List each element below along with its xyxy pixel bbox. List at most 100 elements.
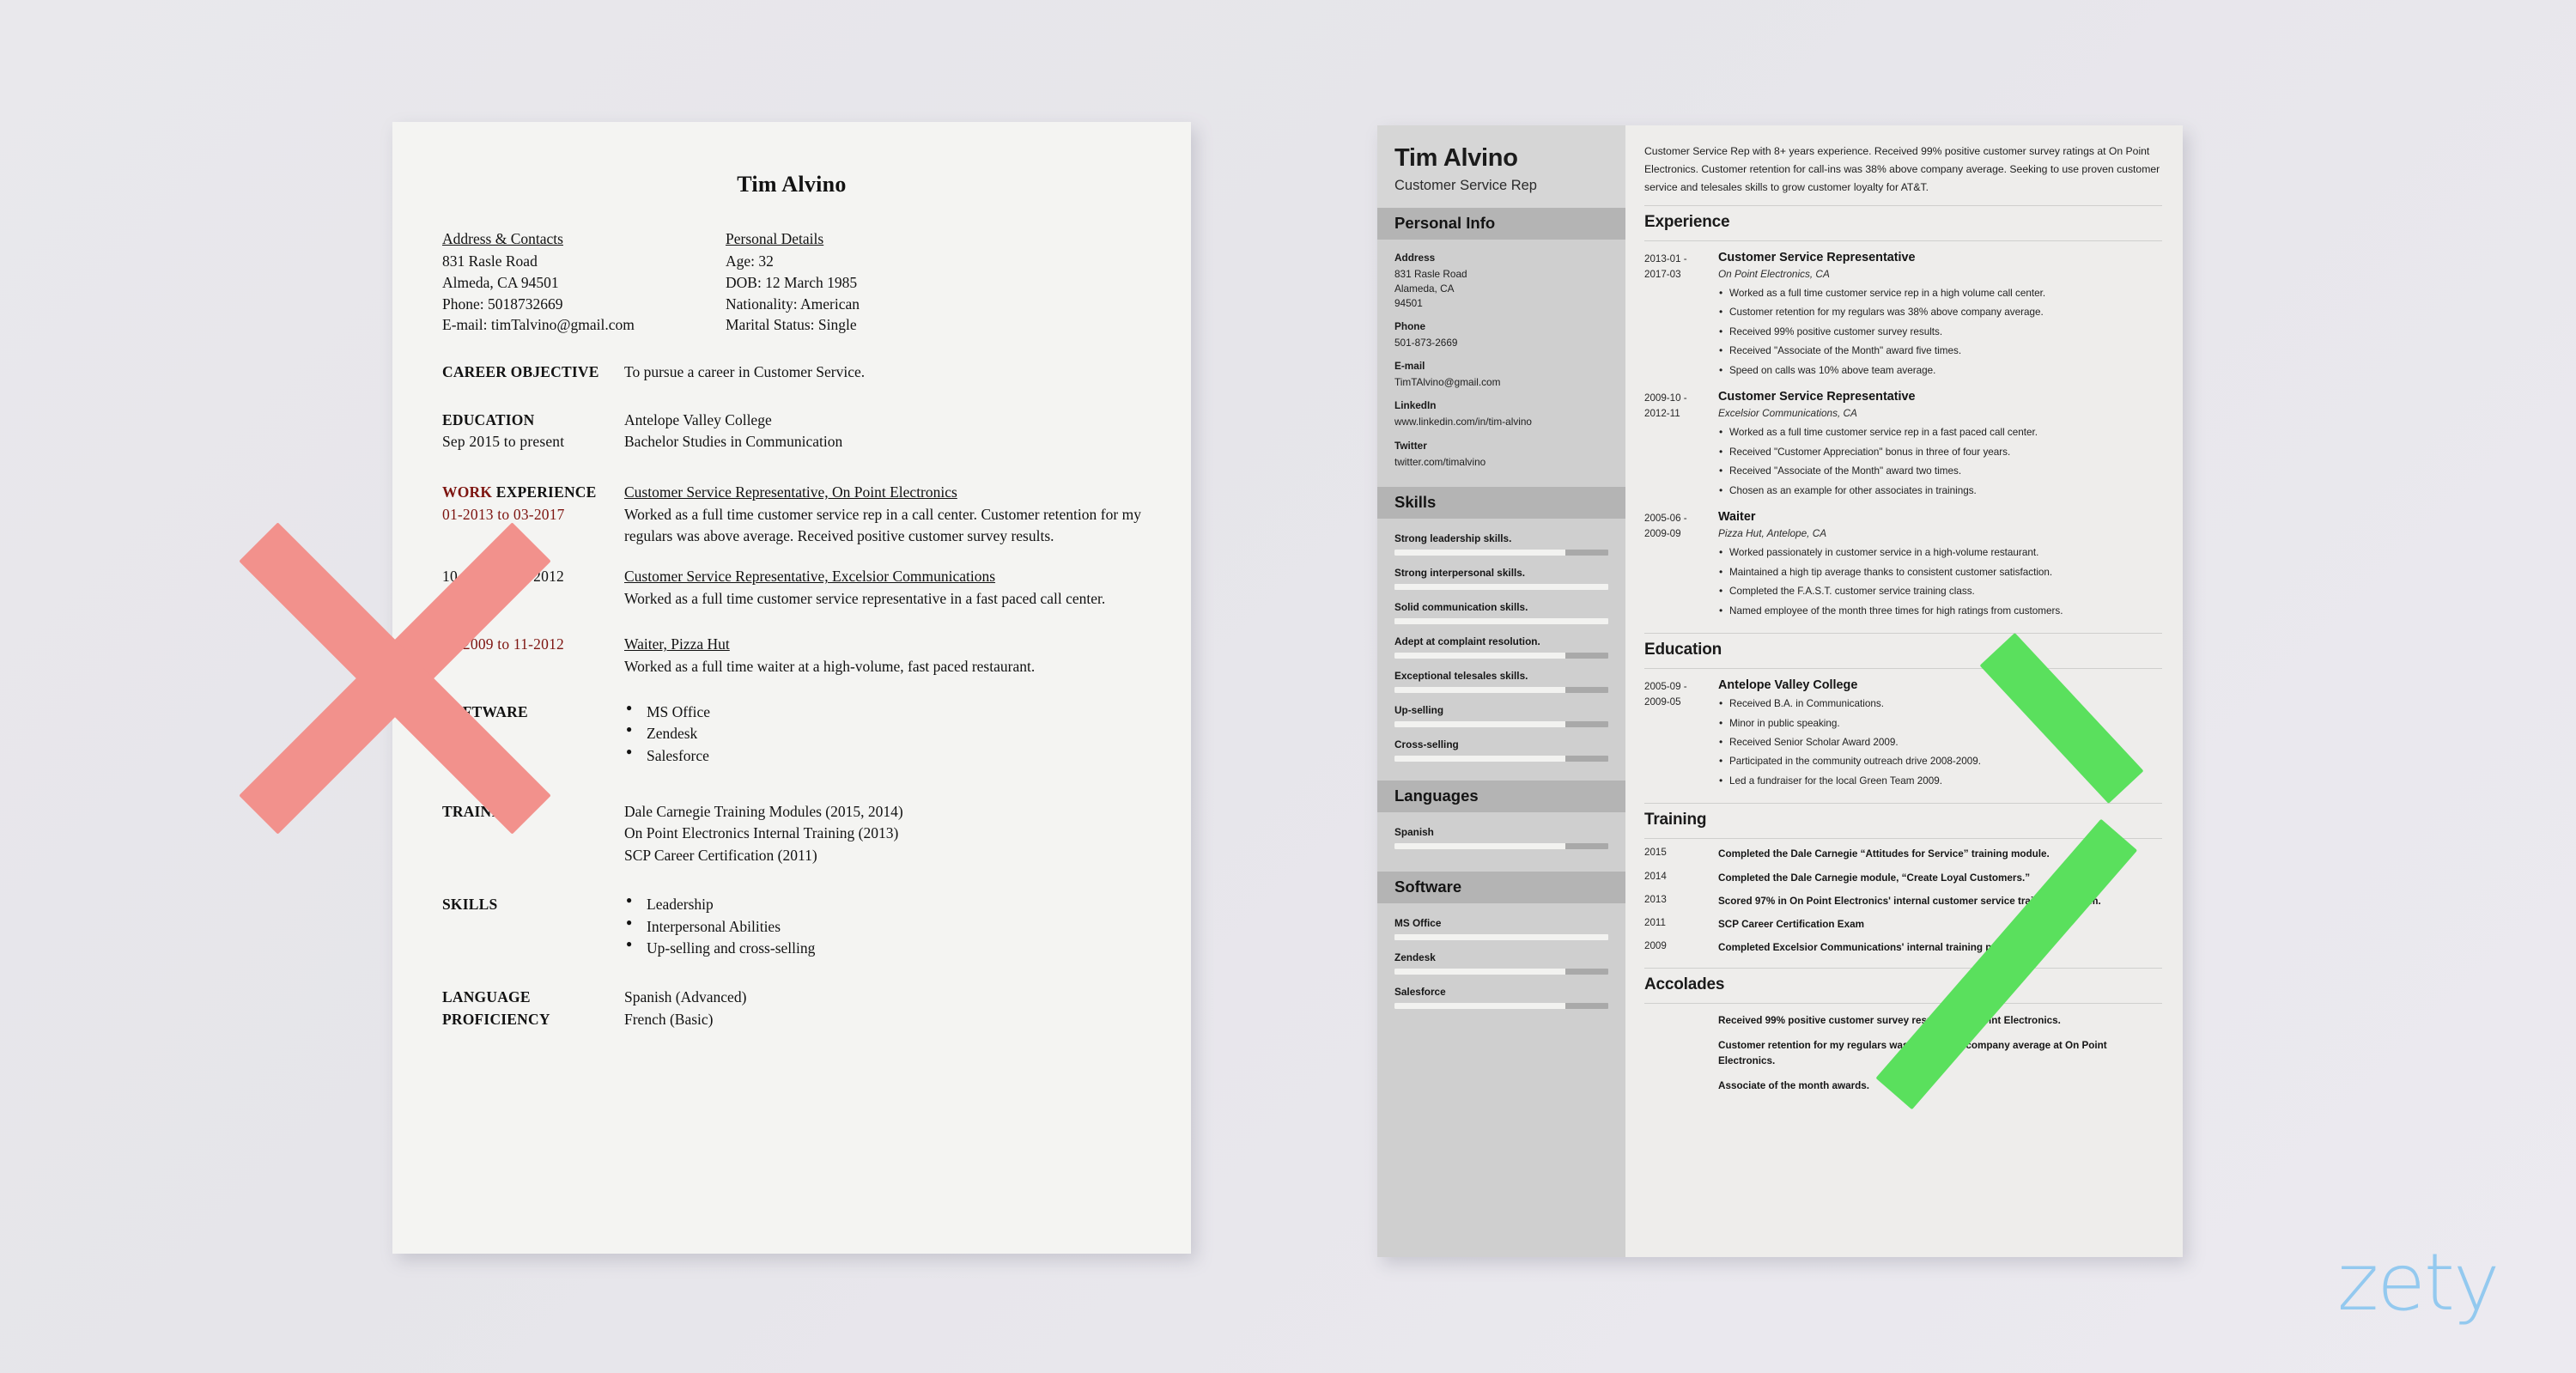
accolades-heading: Accolades [1644,975,1725,994]
work-experience-job-3: Waiter, Pizza Hut Worked as a full time … [624,634,1141,677]
entry-dates: 2009-10 - 2012-11 [1644,392,1687,420]
entry-body: Customer Service Representative Excelsio… [1718,390,2162,501]
skill-label: Exceptional telesales skills. [1394,669,1528,682]
list-item: Received 99% positive customer survey re… [1718,322,2162,343]
language-label: LANGUAGE PROFICIENCY [442,987,624,1030]
entry-dates: 2013-01 - 2017-03 [1644,252,1687,280]
skill-item: Strong leadership skills. [1394,532,1608,556]
good-resume-name: Tim Alvino [1394,144,1518,172]
x-mark-icon [232,515,558,841]
skill-item: Solid communication skills. [1394,601,1608,624]
language-body: Spanish (Advanced) French (Basic) [624,987,1141,1030]
entry-dates: 2005-06 - 2009-09 [1644,513,1687,540]
email-label: E-mail [1394,360,1425,373]
skill-bar [1394,583,1608,590]
check-mark-icon [1875,515,2267,1110]
skill-label: Strong interpersonal skills. [1394,566,1526,579]
job-1-title: Customer Service Representative, On Poin… [624,483,957,501]
training-line-1: Dale Carnegie Training Modules (2015, 20… [624,803,903,821]
zety-logo: zety [2337,1236,2500,1328]
personal-line-3: Nationality: American [726,295,860,313]
skill-item: Cross-selling [1394,738,1608,762]
skill-bar-fill [1394,549,1566,556]
software-list: MS Office Zendesk Salesforce [624,701,1141,767]
address-label: Address [1394,252,1436,264]
skill-label: Solid communication skills. [1394,600,1528,613]
accolade-spacer [1644,1038,1718,1069]
software-bar [1394,968,1608,975]
list-item: Received "Associate of the Month" award … [1718,341,2162,361]
skill-bar-fill [1394,755,1566,762]
accolade-spacer [1644,1078,1718,1094]
divider [1644,204,2162,206]
software-item: MS Office [1394,917,1608,940]
check-stroke-short [1979,632,2144,804]
skill-bar [1394,549,1608,556]
entry-title: Customer Service Representative [1718,250,1916,264]
work-experience-job-1: Customer Service Representative, On Poin… [624,482,1141,547]
professional-summary: Customer Service Rep with 8+ years exper… [1644,145,2160,193]
skill-item: Strong interpersonal skills. [1394,567,1608,590]
skill-bar [1394,686,1608,693]
sidebar-header: Tim Alvino Customer Service Rep [1377,125,1625,208]
comparison-canvas: Tim Alvino Address & Contacts 831 Rasle … [0,0,2576,1373]
job-2-desc: Worked as a full time customer service r… [624,589,1106,607]
skills-list: Leadership Interpersonal Abilities Up-se… [624,893,1141,959]
list-item: MS Office [624,701,1141,723]
language-label-line1: LANGUAGE [442,988,531,1006]
training-year: 2013 [1644,893,1667,905]
accolade-row: Received 99% positive customer survey re… [1644,1013,2162,1029]
training-line-3: SCP Career Certification (2011) [624,846,817,864]
training-line-2: On Point Electronics Internal Training (… [624,824,899,842]
entry-body: Customer Service Representative On Point… [1718,251,2162,380]
software-bar-fill [1394,933,1608,940]
list-item: Salesforce [624,744,1141,767]
software-body: MS Office Zendesk Salesforce [624,701,1141,767]
list-item: Worked as a full time customer service r… [1718,283,2162,304]
list-item: Received "Customer Appreciation" bonus i… [1718,442,2162,463]
bad-resume-address-block: Address & Contacts 831 Rasle Road Almeda… [442,228,726,336]
twitter-label: Twitter [1394,439,1427,452]
education-label: EDUCATION Sep 2015 to present [442,410,624,453]
good-resume-sidebar: Tim Alvino Customer Service Rep Personal… [1377,125,1625,1257]
address-line-4: E-mail: timTalvino@gmail.com [442,316,635,334]
skill-label: Strong leadership skills. [1394,532,1512,544]
skill-item: Up-selling [1394,704,1608,727]
experience-heading: Experience [1644,212,1730,231]
training-year: 2009 [1644,939,1667,951]
bad-section-education: EDUCATION Sep 2015 to present Antelope V… [442,410,1141,453]
skills-label: SKILLS [442,896,498,914]
work-experience-job-2: Customer Service Representative, Excelsi… [624,566,1141,610]
entry-dates: 2005-09 - 2009-05 [1644,681,1687,708]
skill-label: Up-selling [1394,703,1444,716]
list-item: Chosen as an example for other associate… [1718,481,2162,501]
entry-bullets: Worked as a full time customer service r… [1718,422,2162,501]
skill-bar-fill [1394,583,1608,590]
career-objective-text: To pursue a career in Customer Service. [624,363,866,381]
accolade-spacer [1644,1013,1718,1029]
language-line-2: French (Basic) [624,1010,714,1028]
languages-heading: Languages [1377,780,1625,812]
bad-section-skills: SKILLS Leadership Interpersonal Abilitie… [442,893,1141,959]
personal-line-1: Age: 32 [726,252,774,270]
skill-bar-fill [1394,652,1566,659]
training-text: SCP Career Certification Exam [1718,918,1864,930]
list-item: Interpersonal Abilities [624,915,1141,938]
software-heading: Software [1377,871,1625,903]
languages-body: Spanish [1377,812,1625,854]
training-body: Dale Carnegie Training Modules (2015, 20… [624,801,1141,866]
career-objective-label: CAREER OBJECTIVE [442,363,599,381]
training-year: 2011 [1644,916,1666,928]
experience-entry: 2009-10 - 2012-11 Customer Service Repre… [1644,390,2162,501]
language-item: Spanish [1394,826,1608,849]
personal-line-4: Marital Status: Single [726,316,857,334]
software-bar [1394,1002,1608,1009]
list-item: Received "Associate of the Month" award … [1718,461,2162,482]
job-1-desc: Worked as a full time customer service r… [624,505,1141,545]
education-degree: Bachelor Studies in Communication [624,432,843,450]
education-school: Antelope Valley College [624,410,772,428]
bad-resume-contact-row: Address & Contacts 831 Rasle Road Almeda… [442,228,1141,336]
entry-org: Excelsior Communications, CA [1718,407,1857,420]
skill-bar [1394,720,1608,727]
skills-heading: Skills [1377,486,1625,519]
